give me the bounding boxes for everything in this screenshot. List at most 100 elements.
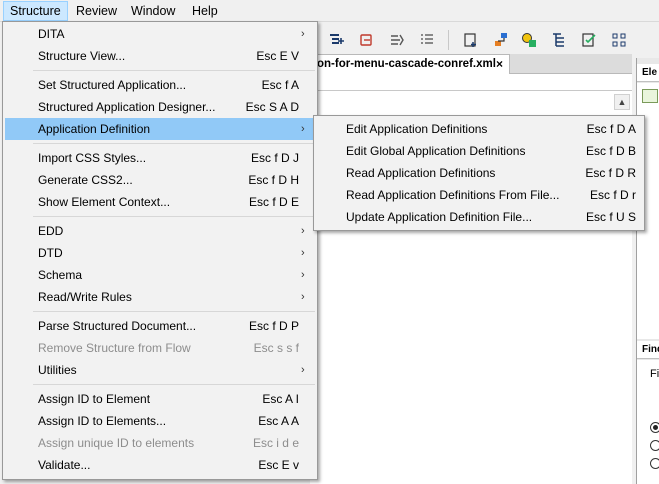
change-element-icon[interactable] xyxy=(388,31,406,49)
menu-item-label: Assign ID to Elements... xyxy=(38,414,167,428)
submenu-item-update-application-definition-file[interactable]: Update Application Definition File... Es… xyxy=(316,206,642,228)
scroll-up-arrow-icon[interactable]: ▲ xyxy=(614,94,630,110)
submenu-item-edit-application-definitions[interactable]: Edit Application Definitions Esc f D A xyxy=(316,118,642,140)
menu-item-shortcut: Esc S A D xyxy=(245,100,299,114)
document-tab-title: on-for-menu-cascade-conref.xml xyxy=(317,58,496,70)
find-radio-2[interactable] xyxy=(650,440,659,451)
structure-menu: DITA › Structure View... Esc E V Set Str… xyxy=(2,21,318,480)
menu-item-shortcut: Esc s s f xyxy=(253,341,299,355)
menu-item-dita[interactable]: DITA › xyxy=(5,23,315,45)
menu-item-label: Schema xyxy=(38,268,83,282)
close-tab-icon[interactable]: × xyxy=(496,55,503,73)
menu-item-shortcut: Esc i d e xyxy=(252,436,299,450)
chevron-right-icon: › xyxy=(301,291,305,303)
menu-separator xyxy=(33,70,315,71)
menu-item-shortcut: Esc f D E xyxy=(248,195,299,209)
menu-item-label: EDD xyxy=(38,224,64,238)
menu-item-label: DITA xyxy=(38,27,65,41)
chevron-right-icon: › xyxy=(301,123,305,135)
menu-structure[interactable]: Structure xyxy=(3,1,68,21)
menu-item-label: Application Definition xyxy=(38,122,151,136)
menu-separator xyxy=(33,384,315,385)
menu-item-utilities[interactable]: Utilities › xyxy=(5,359,315,381)
menu-item-shortcut: Esc f A xyxy=(261,78,299,92)
menu-separator xyxy=(33,311,315,312)
wrap-element-icon[interactable] xyxy=(358,31,376,49)
structure-toolbar xyxy=(310,24,630,56)
menu-help[interactable]: Help xyxy=(186,1,224,21)
menu-item-validate[interactable]: Validate... Esc E v xyxy=(5,454,315,476)
menu-item-shortcut: Esc f D P xyxy=(248,319,299,333)
menu-item-import-css-styles[interactable]: Import CSS Styles... Esc f D J xyxy=(5,147,315,169)
menu-item-label: Parse Structured Document... xyxy=(38,319,197,333)
submenu-item-edit-global-application-definitions[interactable]: Edit Global Application Definitions Esc … xyxy=(316,140,642,162)
structure-tree-icon[interactable] xyxy=(492,31,510,49)
menu-item-label: Import CSS Styles... xyxy=(38,151,147,165)
menu-item-shortcut: Esc f D r xyxy=(589,188,636,202)
menu-item-shortcut: Esc f D H xyxy=(248,173,299,187)
chevron-right-icon: › xyxy=(301,225,305,237)
menu-item-generate-css2[interactable]: Generate CSS2... Esc f D H xyxy=(5,169,315,191)
menu-item-label: Remove Structure from Flow xyxy=(38,341,191,355)
menu-item-label: Read Application Definitions xyxy=(346,166,496,180)
menu-item-shortcut: Esc E V xyxy=(256,49,299,63)
menu-item-label: DTD xyxy=(38,246,63,260)
find-panel-body: Fi xyxy=(637,360,659,484)
chevron-right-icon: › xyxy=(301,247,305,259)
menu-item-set-structured-application[interactable]: Set Structured Application... Esc f A xyxy=(5,74,315,96)
menubar: Structure Review Window Help xyxy=(0,0,659,22)
find-label: Fi xyxy=(650,368,659,380)
toolbar-separator xyxy=(448,30,449,50)
menu-item-label: Structure View... xyxy=(38,49,126,63)
menu-item-remove-structure-from-flow: Remove Structure from Flow Esc s s f xyxy=(5,337,315,359)
menu-item-structure-view[interactable]: Structure View... Esc E V xyxy=(5,45,315,67)
menu-review[interactable]: Review xyxy=(70,1,123,21)
menu-item-shortcut: Esc f U S xyxy=(585,210,636,224)
submenu-item-read-application-definitions-from-file[interactable]: Read Application Definitions From File..… xyxy=(316,184,642,206)
chevron-right-icon: › xyxy=(301,364,305,376)
chevron-right-icon: › xyxy=(301,269,305,281)
menu-item-schema[interactable]: Schema › xyxy=(5,264,315,286)
list-icon[interactable] xyxy=(418,31,436,49)
find-radio-1[interactable] xyxy=(650,422,659,433)
menu-item-label: Update Application Definition File... xyxy=(346,210,533,224)
menu-item-label: Validate... xyxy=(38,458,91,472)
menu-item-label: Assign unique ID to elements xyxy=(38,436,195,450)
menu-item-label: Generate CSS2... xyxy=(38,173,133,187)
menu-item-read-write-rules[interactable]: Read/Write Rules › xyxy=(5,286,315,308)
find-panel-header[interactable]: Find xyxy=(637,341,659,359)
document-tabbar: on-for-menu-cascade-conref.xml × xyxy=(310,54,632,74)
menu-item-assign-id-to-elements[interactable]: Assign ID to Elements... Esc A A xyxy=(5,410,315,432)
element-catalog-icon[interactable] xyxy=(520,31,538,49)
validate-icon[interactable] xyxy=(580,31,598,49)
menu-item-label: Read/Write Rules xyxy=(38,290,132,304)
menu-item-assign-id-to-element[interactable]: Assign ID to Element Esc A I xyxy=(5,388,315,410)
hierarchy-icon[interactable] xyxy=(550,31,568,49)
menu-item-label: Utilities xyxy=(38,363,77,377)
elements-panel-header[interactable]: Ele xyxy=(637,64,659,82)
menu-item-edd[interactable]: EDD › xyxy=(5,220,315,242)
menu-item-shortcut: Esc A A xyxy=(258,414,299,428)
insert-table-icon[interactable] xyxy=(462,31,480,49)
menu-item-label: Edit Global Application Definitions xyxy=(346,144,526,158)
insert-element-icon[interactable] xyxy=(328,31,346,49)
find-radio-3[interactable] xyxy=(650,458,659,469)
menu-item-label: Edit Application Definitions xyxy=(346,122,488,136)
menu-item-show-element-context[interactable]: Show Element Context... Esc f D E xyxy=(5,191,315,213)
menu-item-dtd[interactable]: DTD › xyxy=(5,242,315,264)
menu-item-label: Assign ID to Element xyxy=(38,392,151,406)
menu-window[interactable]: Window xyxy=(125,1,181,21)
menu-item-application-definition[interactable]: Application Definition › xyxy=(5,118,315,140)
menu-item-shortcut: Esc A I xyxy=(262,392,299,406)
menu-item-label: Structured Application Designer... xyxy=(38,100,216,114)
menu-item-shortcut: Esc f D A xyxy=(586,122,636,136)
menu-item-shortcut: Esc E v xyxy=(258,458,299,472)
menu-item-structured-application-designer[interactable]: Structured Application Designer... Esc S… xyxy=(5,96,315,118)
grid-icon[interactable] xyxy=(610,31,628,49)
submenu-item-read-application-definitions[interactable]: Read Application Definitions Esc f D R xyxy=(316,162,642,184)
document-tab[interactable]: on-for-menu-cascade-conref.xml × xyxy=(310,54,510,74)
menu-item-parse-structured-document[interactable]: Parse Structured Document... Esc f D P xyxy=(5,315,315,337)
insert-green-icon[interactable] xyxy=(642,89,658,103)
menu-separator xyxy=(33,216,315,217)
menu-item-label: Set Structured Application... xyxy=(38,78,187,92)
